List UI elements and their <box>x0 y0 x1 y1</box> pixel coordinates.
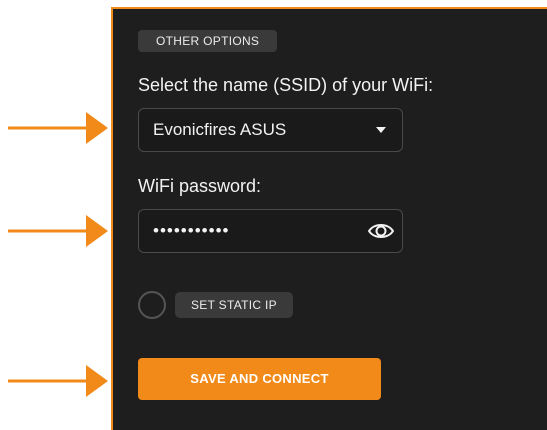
arrow-right-icon <box>8 365 108 397</box>
password-label: WiFi password: <box>138 176 262 196</box>
save-and-connect-button[interactable]: SAVE AND CONNECT <box>138 358 381 400</box>
arrow-right-icon <box>8 215 108 247</box>
other-options-chip[interactable]: OTHER OPTIONS <box>138 30 278 52</box>
arrow-right-icon <box>8 112 108 144</box>
static-ip-toggle[interactable] <box>138 291 166 319</box>
password-field[interactable]: ••••••••••• <box>138 209 403 253</box>
static-ip-chip[interactable]: SET STATIC IP <box>175 292 293 318</box>
password-masked-value: ••••••••••• <box>153 221 230 240</box>
caret-down-icon <box>376 127 386 133</box>
ssid-selected-value: Evonicfires ASUS <box>153 120 287 139</box>
ssid-label: Select the name (SSID) of your WiFi: <box>138 75 434 95</box>
eye-icon[interactable] <box>368 220 394 242</box>
ssid-select[interactable]: Evonicfires ASUS <box>138 108 403 152</box>
